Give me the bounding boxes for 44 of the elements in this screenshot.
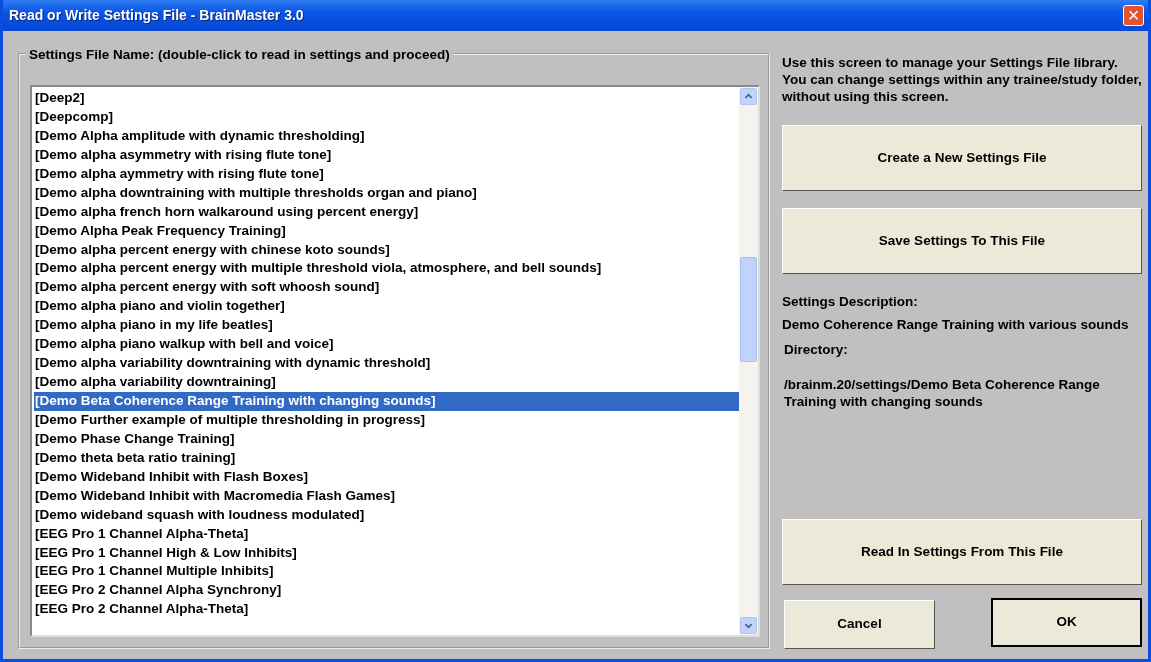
file-list-item[interactable]: [Demo alpha percent energy with chinese koto sounds] [34, 240, 739, 260]
create-settings-button[interactable]: Create a New Settings File [782, 125, 1142, 191]
file-list-item[interactable]: [Demo Further example of multiple thresholding in progress] [34, 410, 739, 430]
file-list-item[interactable]: [EEG Pro 2 Channel Alpha Synchrony] [34, 581, 739, 601]
scroll-thumb[interactable] [740, 257, 757, 362]
read-settings-button[interactable]: Read In Settings From This File [782, 519, 1142, 585]
cancel-button[interactable]: Cancel [784, 600, 935, 649]
file-list-item[interactable]: [Demo Beta Coherence Range Training with changing sounds] [34, 392, 739, 411]
file-list-item[interactable]: [Demo alpha downtraining with multiple thresholds organ and piano] [34, 183, 739, 203]
file-list-item[interactable]: [Demo alpha asymmetry with rising flute tone] [34, 145, 739, 165]
file-list-item[interactable]: [Demo alpha aymmetry with rising flute tone] [34, 164, 739, 184]
file-list-item[interactable]: [Demo Alpha amplitude with dynamic thresholding] [34, 126, 739, 146]
file-list-item[interactable]: [Demo Wideband Inhibit with Macromedia Flash Games] [34, 486, 739, 506]
file-list-item[interactable]: [Demo Wideband Inhibit with Flash Boxes] [34, 467, 739, 487]
file-list-item[interactable]: [Demo Phase Change Training] [34, 429, 739, 449]
file-list-item[interactable]: [EEG Pro 1 Channel High & Low Inhibits] [34, 543, 739, 563]
description-label: Settings Description: [782, 293, 919, 311]
file-list-item[interactable]: [Deep2] [34, 89, 739, 108]
file-list-item[interactable]: [EEG Pro 2 Channel Alpha-Theta] [34, 600, 739, 620]
description-text: Demo Coherence Range Training with various sounds [782, 316, 1130, 334]
directory-label: Directory: [784, 341, 849, 360]
file-list-item[interactable]: [Demo alpha percent energy with multiple threshold viola, atmosphere, and bell sounds] [34, 259, 739, 279]
file-list-item[interactable]: [Deepcomp] [34, 107, 739, 127]
file-list-item[interactable]: [Demo alpha variability downtraining] [34, 373, 739, 392]
file-list-item[interactable]: [Demo alpha french horn walkaround using percent energy] [34, 202, 739, 222]
help-text: Use this screen to manage your Settings File library. You can change settings within any trainee/study folder, without using this screen. [782, 54, 1142, 105]
scrollbar[interactable] [739, 87, 758, 635]
window-title: Read or Write Settings File - BrainMaster 3.0 [9, 6, 304, 25]
file-list-item[interactable]: [Demo alpha piano in my life beatles] [34, 316, 739, 336]
file-list-item[interactable]: [Demo alpha percent energy with soft whoosh sound] [34, 278, 739, 298]
file-list-item[interactable]: [EEG Pro 1 Channel Multiple Inhibits] [34, 562, 739, 582]
file-list-item[interactable]: [Demo alpha piano walkup with bell and voice] [34, 335, 739, 355]
file-list-item[interactable]: [Demo alpha variability downtraining with dynamic threshold] [34, 354, 739, 374]
close-button[interactable]: × [1123, 5, 1144, 26]
ok-button[interactable]: OK [991, 598, 1142, 647]
scroll-down-button[interactable] [740, 617, 757, 634]
file-list-item[interactable]: [EEG Pro 1 Channel Alpha-Theta] [34, 524, 739, 544]
save-settings-button[interactable]: Save Settings To This File [782, 208, 1142, 274]
scroll-up-button[interactable] [740, 88, 757, 105]
directory-text: /brainm.20/settings/Demo Beta Coherence Range Training with changing sounds [784, 375, 1101, 410]
file-list-item[interactable]: [Demo Alpha Peak Frequency Training] [34, 221, 739, 241]
file-list-item[interactable]: [Demo alpha piano and violin together] [34, 297, 739, 317]
file-list-item[interactable]: [Demo theta beta ratio training] [34, 448, 739, 468]
file-list-item[interactable]: [Demo wideband squash with loudness modulated] [34, 505, 739, 525]
